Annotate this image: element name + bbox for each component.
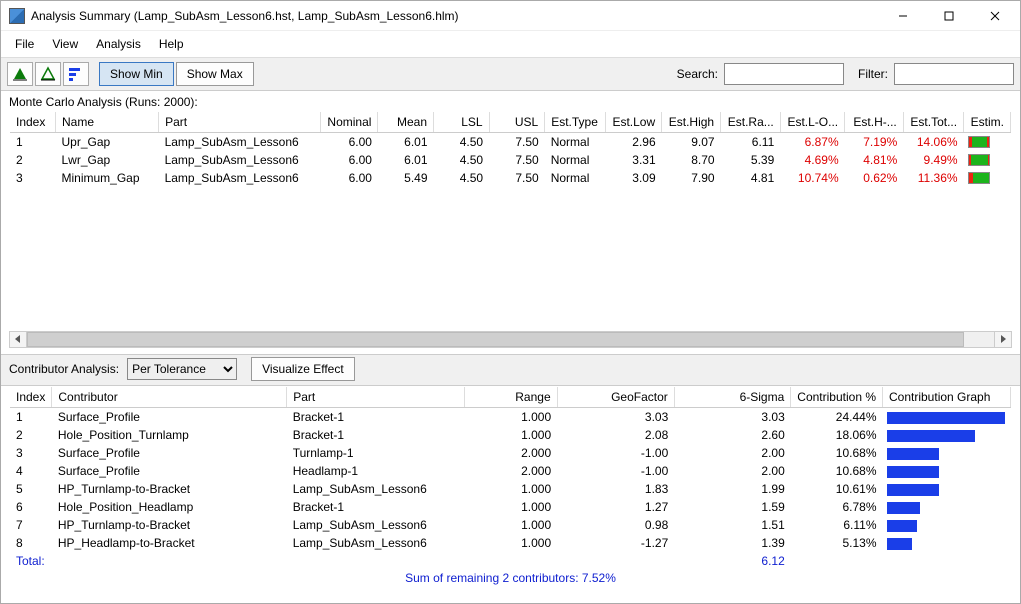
contribution-bar <box>887 430 975 442</box>
filter-input[interactable] <box>894 63 1014 85</box>
menu-bar: File View Analysis Help <box>1 31 1020 57</box>
mc-col-header[interactable]: Est.L-O... <box>780 112 844 132</box>
mc-col-header[interactable]: Index <box>10 112 55 132</box>
mc-col-header[interactable]: Estim. <box>964 112 1011 132</box>
contributor-col-header[interactable]: Contribution % <box>791 387 883 407</box>
menu-help[interactable]: Help <box>151 35 192 53</box>
contributor-col-header[interactable]: Range <box>465 387 557 407</box>
mc-col-header[interactable]: Est.Low <box>605 112 661 132</box>
app-icon <box>9 8 25 24</box>
contribution-bar <box>887 538 912 550</box>
contributor-col-header[interactable]: Index <box>10 387 52 407</box>
contribution-bar <box>887 502 920 514</box>
mc-col-header[interactable]: Name <box>55 112 158 132</box>
contributor-col-header[interactable]: Contributor <box>52 387 287 407</box>
visualize-effect-button[interactable]: Visualize Effect <box>251 357 355 381</box>
contribution-bar <box>887 466 939 478</box>
mc-col-header[interactable]: Est.Ra... <box>721 112 781 132</box>
minimize-button[interactable] <box>880 1 926 31</box>
mc-col-header[interactable]: Nominal <box>320 112 378 132</box>
mc-col-header[interactable]: Est.High <box>662 112 721 132</box>
contributor-col-header[interactable]: Contribution Graph <box>883 387 1011 407</box>
contributor-col-header[interactable]: GeoFactor <box>557 387 674 407</box>
filter-label: Filter: <box>858 67 888 81</box>
totals-row: Total:6.12 <box>10 552 1011 567</box>
contributor-col-header[interactable]: Part <box>287 387 465 407</box>
menu-analysis[interactable]: Analysis <box>88 35 149 53</box>
search-input[interactable] <box>724 63 844 85</box>
contributor-label: Contributor Analysis: <box>9 362 119 376</box>
table-row[interactable]: 5HP_Turnlamp-to-BracketLamp_SubAsm_Lesso… <box>10 480 1011 498</box>
show-max-button[interactable]: Show Max <box>176 62 254 86</box>
menu-file[interactable]: File <box>7 35 42 53</box>
contribution-bar <box>887 484 939 496</box>
scroll-right-icon[interactable] <box>994 332 1011 348</box>
contribution-bar <box>887 448 939 460</box>
bars-icon[interactable] <box>63 62 89 86</box>
mc-table: IndexNamePartNominalMeanLSLUSLEst.TypeEs… <box>9 111 1012 327</box>
table-row[interactable]: 6Hole_Position_HeadlampBracket-11.0001.2… <box>10 498 1011 516</box>
table-row[interactable]: 3Surface_ProfileTurnlamp-12.000-1.002.00… <box>10 444 1011 462</box>
table-row[interactable]: 8HP_Headlamp-to-BracketLamp_SubAsm_Lesso… <box>10 534 1011 552</box>
contribution-bar <box>887 412 1005 424</box>
table-row[interactable]: 2Hole_Position_TurnlampBracket-11.0002.0… <box>10 426 1011 444</box>
mc-col-header[interactable]: Mean <box>378 112 434 132</box>
window-title: Analysis Summary (Lamp_SubAsm_Lesson6.hs… <box>31 9 880 23</box>
contribution-bar <box>887 520 917 532</box>
mc-heading: Monte Carlo Analysis (Runs: 2000): <box>1 91 1020 111</box>
chart-up-icon[interactable] <box>35 62 61 86</box>
toolbar: Show Min Show Max Search: Filter: <box>1 57 1020 91</box>
mc-col-header[interactable]: Est.Type <box>545 112 606 132</box>
chart-down-icon[interactable] <box>7 62 33 86</box>
close-button[interactable] <box>972 1 1018 31</box>
contributor-mode-select[interactable]: Per Tolerance <box>127 358 237 380</box>
horizontal-scrollbar[interactable] <box>9 331 1012 349</box>
contributor-controls: Contributor Analysis: Per Tolerance Visu… <box>1 354 1020 386</box>
search-label: Search: <box>677 67 718 81</box>
mc-col-header[interactable]: Part <box>159 112 321 132</box>
table-row[interactable]: 1Upr_GapLamp_SubAsm_Lesson66.006.014.507… <box>10 132 1011 151</box>
show-min-button[interactable]: Show Min <box>99 62 174 86</box>
remaining-contributors: Sum of remaining 2 contributors: 7.52% <box>1 567 1020 603</box>
title-bar: Analysis Summary (Lamp_SubAsm_Lesson6.hs… <box>1 1 1020 31</box>
maximize-button[interactable] <box>926 1 972 31</box>
table-row[interactable]: 4Surface_ProfileHeadlamp-12.000-1.002.00… <box>10 462 1011 480</box>
table-row[interactable]: 1Surface_ProfileBracket-11.0003.033.0324… <box>10 407 1011 426</box>
table-row[interactable]: 7HP_Turnlamp-to-BracketLamp_SubAsm_Lesso… <box>10 516 1011 534</box>
mc-col-header[interactable]: Est.H-... <box>845 112 904 132</box>
mc-col-header[interactable]: LSL <box>434 112 490 132</box>
menu-view[interactable]: View <box>44 35 86 53</box>
contributor-col-header[interactable]: 6-Sigma <box>674 387 790 407</box>
scroll-left-icon[interactable] <box>10 332 27 348</box>
mc-col-header[interactable]: USL <box>489 112 545 132</box>
mc-col-header[interactable]: Est.Tot... <box>903 112 963 132</box>
table-row[interactable]: 2Lwr_GapLamp_SubAsm_Lesson66.006.014.507… <box>10 151 1011 169</box>
table-row[interactable]: 3Minimum_GapLamp_SubAsm_Lesson66.005.494… <box>10 169 1011 187</box>
contributor-table: IndexContributorPartRangeGeoFactor6-Sigm… <box>9 386 1012 567</box>
